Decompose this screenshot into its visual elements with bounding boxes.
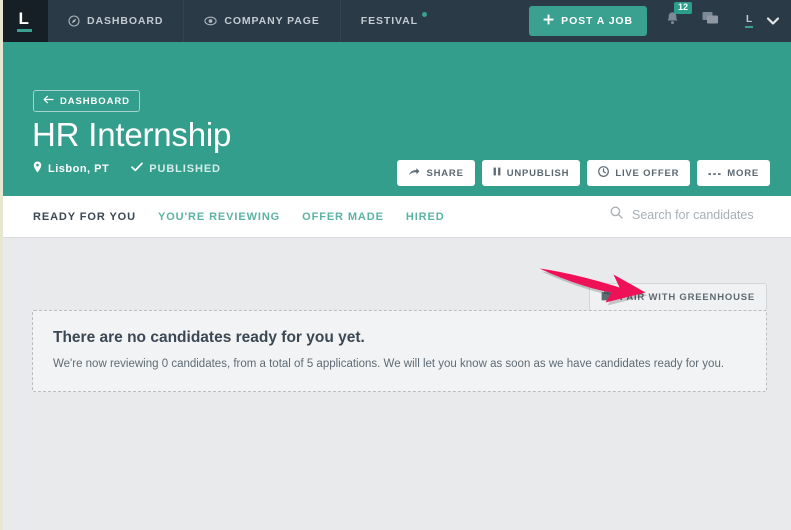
festival-status-dot [421, 12, 427, 17]
back-to-dashboard-button[interactable]: DASHBOARD [33, 90, 140, 112]
more-label: MORE [727, 167, 759, 179]
status-badge-label: PUBLISHED [149, 162, 221, 175]
back-to-dashboard-label: DASHBOARD [60, 95, 130, 107]
share-label: SHARE [426, 167, 464, 179]
avatar: L [745, 13, 753, 28]
check-icon [131, 162, 144, 175]
job-hero-section: DASHBOARD HR Internship Lisbon, PT PUBLI… [0, 42, 791, 196]
job-actions-group: SHARE UNPUBLISH LIVE OFFER MORE [397, 160, 770, 186]
post-a-job-label: POST A JOB [561, 15, 633, 27]
empty-state-title: There are no candidates ready for you ye… [53, 329, 365, 346]
chat-icon [702, 11, 719, 31]
nav-item-dashboard[interactable]: DASHBOARD [48, 0, 185, 42]
live-offer-label: LIVE OFFER [615, 167, 680, 179]
unpublish-button[interactable]: UNPUBLISH [481, 160, 581, 186]
tab-offer-made[interactable]: OFFER MADE [302, 211, 384, 223]
nav-item-festival-label: FESTIVAL [360, 15, 418, 27]
notifications-count-badge: 12 [674, 1, 693, 15]
job-location-label: Lisbon, PT [48, 162, 110, 175]
chevron-down-icon [766, 12, 780, 30]
messages-button[interactable] [702, 11, 719, 31]
tab-ready-for-you[interactable]: READY FOR YOU [33, 211, 136, 223]
candidate-search[interactable] [610, 206, 767, 224]
logo-letter: L [18, 8, 30, 28]
unpublish-label: UNPUBLISH [506, 167, 570, 179]
live-offer-button[interactable]: LIVE OFFER [587, 160, 691, 186]
nav-item-festival[interactable]: FESTIVAL [341, 0, 438, 42]
nav-item-dashboard-label: DASHBOARD [87, 15, 164, 27]
clock-icon [598, 166, 610, 180]
briefcase-icon [601, 290, 612, 304]
nav-item-company-page[interactable]: COMPANY PAGE [184, 0, 341, 42]
notifications-button[interactable]: 12 [665, 1, 693, 32]
app-root: L DASHBOARD COMPANY PAGE FESTIVAL POST A… [0, 0, 791, 530]
search-icon [610, 206, 623, 224]
avatar-underline-bar [745, 25, 753, 28]
arrow-left-icon [43, 95, 54, 107]
tab-youre-reviewing[interactable]: YOU'RE REVIEWING [158, 211, 280, 223]
pause-icon [493, 167, 501, 179]
logo-underline-bar [16, 28, 32, 32]
tab-hired[interactable]: HIRED [406, 211, 445, 223]
search-input[interactable] [632, 208, 767, 222]
user-menu[interactable]: L [745, 12, 780, 30]
compass-icon [68, 15, 80, 27]
candidate-tabs-bar: READY FOR YOU YOU'RE REVIEWING OFFER MAD… [0, 196, 791, 238]
pair-with-greenhouse-button[interactable]: PAIR WITH GREENHOUSE [588, 283, 767, 311]
plus-icon [543, 14, 554, 28]
pair-with-greenhouse-label: PAIR WITH GREENHOUSE [619, 291, 755, 303]
nav-right-group: POST A JOB 12 L [529, 0, 791, 42]
left-edge-stripe [0, 0, 3, 530]
status-badge: PUBLISHED [131, 162, 221, 175]
app-logo[interactable]: L [0, 0, 48, 42]
post-a-job-button[interactable]: POST A JOB [529, 6, 647, 36]
share-arrow-icon [408, 167, 420, 180]
job-location: Lisbon, PT [33, 161, 109, 176]
map-pin-icon [33, 161, 42, 176]
nav-item-company-page-label: COMPANY PAGE [224, 15, 320, 27]
page-title: HR Internship [32, 116, 232, 153]
share-button[interactable]: SHARE [397, 160, 475, 186]
candidate-tabs: READY FOR YOU YOU'RE REVIEWING OFFER MAD… [0, 211, 445, 223]
eye-icon [204, 15, 218, 27]
empty-state-panel: There are no candidates ready for you ye… [32, 310, 767, 392]
top-navigation-bar: L DASHBOARD COMPANY PAGE FESTIVAL POST A… [0, 0, 791, 42]
ellipsis-icon [708, 168, 721, 179]
avatar-letter: L [745, 13, 753, 25]
job-meta-row: Lisbon, PT PUBLISHED [33, 161, 221, 176]
more-button[interactable]: MORE [697, 160, 770, 186]
empty-state-subtitle: We're now reviewing 0 candidates, from a… [53, 358, 725, 370]
